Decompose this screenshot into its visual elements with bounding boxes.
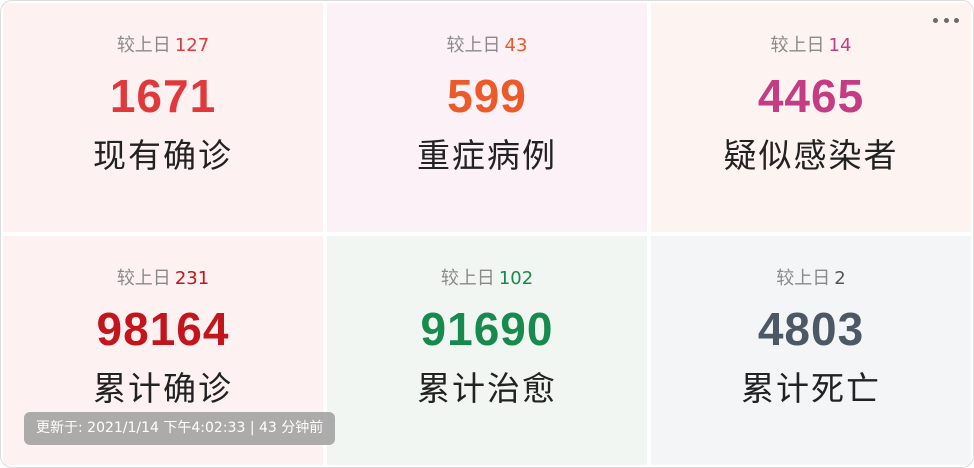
delta-value: 127	[174, 35, 210, 56]
stat-value: 91690	[420, 303, 554, 355]
menu-dot	[933, 17, 938, 23]
stat-total-deaths: 较上日 2 4803 累计死亡	[651, 236, 971, 465]
more-horizontal-icon[interactable]	[933, 13, 959, 27]
stat-label: 疑似感染者	[723, 136, 899, 175]
stat-value: 4465	[757, 70, 865, 122]
delta-label: 较上日	[776, 268, 831, 289]
stat-label: 现有确诊	[93, 136, 233, 175]
stat-label: 重症病例	[417, 136, 557, 175]
delta-label: 较上日	[770, 35, 825, 56]
stat-total-recovered: 较上日 102 91690 累计治愈	[327, 236, 647, 465]
delta-value: 2	[834, 268, 846, 289]
stat-label: 累计确诊	[93, 369, 233, 408]
stats-grid: 较上日 127 1671 现有确诊 较上日 43 599 重症病例 较上日 14 44…	[3, 3, 971, 465]
delta-label: 较上日	[440, 268, 495, 289]
delta-value: 102	[498, 268, 534, 289]
stat-delta: 较上日 102	[327, 268, 647, 290]
delta-value: 14	[828, 35, 852, 56]
stat-label: 累计死亡	[741, 369, 881, 408]
stat-suspected: 较上日 14 4465 疑似感染者	[651, 3, 971, 232]
stat-delta: 较上日 43	[327, 35, 647, 57]
delta-value: 231	[174, 268, 210, 289]
delta-value: 43	[504, 35, 528, 56]
stat-value: 1671	[109, 70, 217, 122]
stat-delta: 较上日 127	[3, 35, 323, 57]
stat-current-confirmed: 较上日 127 1671 现有确诊	[3, 3, 323, 232]
stat-label: 累计治愈	[417, 369, 557, 408]
menu-dot	[943, 17, 949, 23]
delta-label: 较上日	[116, 268, 171, 289]
menu-dot	[954, 17, 959, 23]
stat-severe-cases: 较上日 43 599 重症病例	[327, 3, 647, 232]
stat-value: 4803	[757, 303, 865, 355]
stat-value: 98164	[96, 303, 230, 355]
stat-delta: 较上日 14	[651, 35, 971, 57]
delta-label: 较上日	[116, 35, 171, 56]
delta-label: 较上日	[446, 35, 501, 56]
stat-delta: 较上日 231	[3, 268, 323, 290]
stats-card: 较上日 127 1671 现有确诊 较上日 43 599 重症病例 较上日 14 44…	[0, 0, 974, 468]
stat-value: 599	[447, 70, 527, 122]
stat-delta: 较上日 2	[651, 268, 971, 290]
update-time-note: 更新于: 2021/1/14 下午4:02:33 | 43 分钟前	[24, 412, 336, 445]
